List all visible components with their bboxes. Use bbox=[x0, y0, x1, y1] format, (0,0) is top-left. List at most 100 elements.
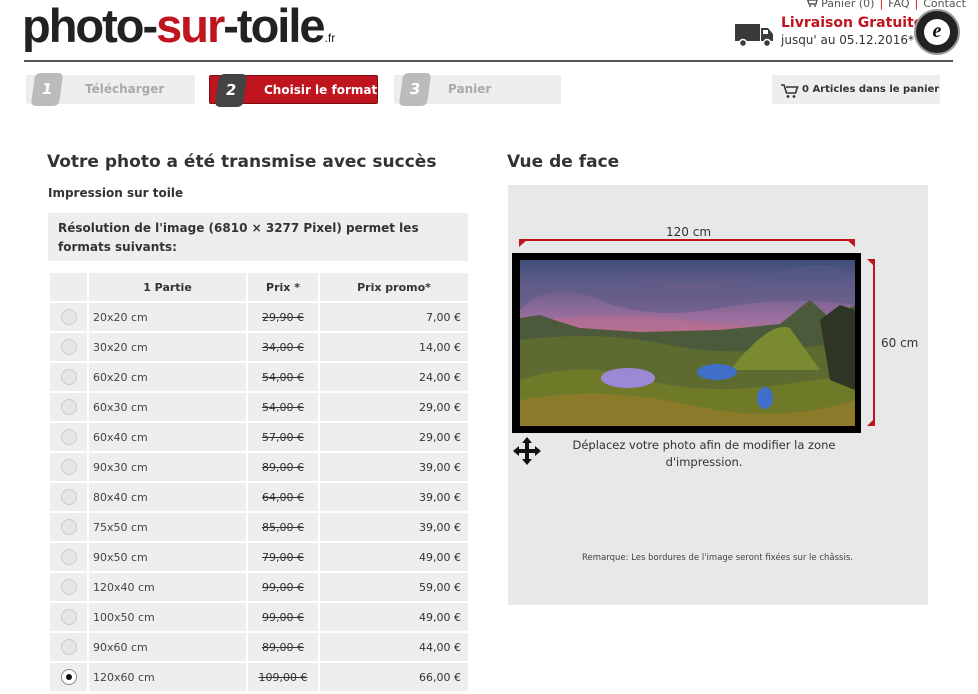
format-row[interactable]: 60x40 cm 57,00 €29,00 € bbox=[48, 421, 470, 453]
format-size: 90x30 cm bbox=[87, 451, 248, 483]
format-select-cell[interactable] bbox=[48, 481, 89, 513]
seal-letter: e bbox=[924, 19, 950, 45]
step-label: Choisir le format bbox=[264, 83, 378, 97]
format-radio[interactable] bbox=[60, 519, 77, 535]
logo-text-photo: photo- bbox=[22, 0, 158, 52]
format-size: 60x30 cm bbox=[87, 391, 248, 423]
free-shipping-info: Livraison Gratuite jusqu' au 05.12.2016* bbox=[781, 15, 923, 49]
step-label: Télécharger bbox=[85, 82, 165, 96]
format-radio[interactable] bbox=[60, 339, 77, 355]
link-separator: | bbox=[914, 0, 919, 10]
step-cart[interactable]: 3 Panier bbox=[394, 73, 561, 106]
format-select-cell[interactable] bbox=[48, 601, 89, 633]
regular-price: 34,00 € bbox=[246, 331, 320, 363]
format-row[interactable]: 20x20 cm 29,90 €7,00 € bbox=[48, 301, 470, 333]
format-row[interactable]: 30x20 cm 34,00 €14,00 € bbox=[48, 331, 470, 363]
format-radio[interactable] bbox=[60, 489, 77, 505]
format-size: 20x20 cm bbox=[87, 301, 248, 333]
format-row[interactable]: 120x40 cm 99,00 €59,00 € bbox=[48, 571, 470, 603]
format-select-cell[interactable] bbox=[48, 301, 89, 333]
regular-price: 29,90 € bbox=[246, 301, 320, 333]
promo-price: 39,00 € bbox=[318, 511, 470, 543]
format-row[interactable]: 90x50 cm 79,00 €49,00 € bbox=[48, 541, 470, 573]
format-radio[interactable] bbox=[60, 549, 77, 565]
format-radio[interactable] bbox=[60, 309, 77, 325]
height-dimension-label: 60 cm bbox=[881, 336, 919, 350]
promo-price: 39,00 € bbox=[318, 451, 470, 483]
format-row[interactable]: 120x60 cm 109,00 €66,00 € bbox=[48, 661, 470, 693]
format-select-cell[interactable] bbox=[48, 511, 89, 543]
step-number: 1 bbox=[30, 73, 64, 106]
free-shipping-title: Livraison Gratuite bbox=[781, 15, 924, 31]
format-select-cell[interactable] bbox=[48, 571, 89, 603]
faq-link[interactable]: FAQ bbox=[888, 0, 909, 10]
regular-price: 79,00 € bbox=[246, 541, 320, 573]
format-radio[interactable] bbox=[60, 669, 77, 685]
promo-price: 7,00 € bbox=[318, 301, 470, 333]
promo-price: 59,00 € bbox=[318, 571, 470, 603]
format-select-cell[interactable] bbox=[48, 451, 89, 483]
free-shipping-date: jusqu' au 05.12.2016* bbox=[781, 33, 915, 47]
format-radio[interactable] bbox=[60, 579, 77, 595]
format-select-cell[interactable] bbox=[48, 661, 89, 693]
format-select-cell[interactable] bbox=[48, 421, 89, 453]
promo-price: 29,00 € bbox=[318, 421, 470, 453]
regular-price: 109,00 € bbox=[246, 661, 320, 693]
promo-price: 39,00 € bbox=[318, 481, 470, 513]
truck-icon bbox=[735, 22, 775, 52]
cart-summary-button[interactable]: 0 Articles dans le panier bbox=[772, 75, 940, 104]
column-header-price: Prix * bbox=[246, 271, 320, 303]
move-arrows-icon[interactable] bbox=[512, 436, 542, 470]
format-select-cell[interactable] bbox=[48, 391, 89, 423]
regular-price: 99,00 € bbox=[246, 571, 320, 603]
format-row[interactable]: 75x50 cm 85,00 €39,00 € bbox=[48, 511, 470, 543]
format-select-cell[interactable] bbox=[48, 631, 89, 663]
resolution-info: Résolution de l'image (6810 × 3277 Pixel… bbox=[48, 213, 468, 261]
cart-link[interactable]: Panier (0) bbox=[821, 0, 874, 10]
product-type-label: Impression sur toile bbox=[48, 186, 184, 200]
format-radio[interactable] bbox=[60, 429, 77, 445]
format-row[interactable]: 60x20 cm 54,00 €24,00 € bbox=[48, 361, 470, 393]
format-select-cell[interactable] bbox=[48, 361, 89, 393]
header-divider bbox=[24, 60, 953, 62]
promo-price: 29,00 € bbox=[318, 391, 470, 423]
format-size: 60x20 cm bbox=[87, 361, 248, 393]
format-row[interactable]: 100x50 cm 99,00 €49,00 € bbox=[48, 601, 470, 633]
format-size: 120x60 cm bbox=[87, 661, 248, 693]
format-radio[interactable] bbox=[60, 609, 77, 625]
format-radio[interactable] bbox=[60, 639, 77, 655]
step-choose-format[interactable]: 2 Choisir le format bbox=[209, 74, 378, 107]
cart-summary-label: 0 Articles dans le panier bbox=[802, 84, 940, 95]
format-size: 90x60 cm bbox=[87, 631, 248, 663]
contact-link[interactable]: Contact bbox=[923, 0, 966, 10]
step-upload[interactable]: 1 Télécharger bbox=[26, 73, 195, 106]
format-size: 90x50 cm bbox=[87, 541, 248, 573]
format-select-cell[interactable] bbox=[48, 541, 89, 573]
format-size: 100x50 cm bbox=[87, 601, 248, 633]
format-size: 60x40 cm bbox=[87, 421, 248, 453]
promo-price: 49,00 € bbox=[318, 541, 470, 573]
uploaded-photo-preview[interactable] bbox=[520, 260, 855, 426]
format-select-cell[interactable] bbox=[48, 331, 89, 363]
regular-price: 54,00 € bbox=[246, 361, 320, 393]
step-number: 3 bbox=[398, 73, 432, 106]
border-remark: Remarque: Les bordures de l'image seront… bbox=[582, 553, 853, 563]
promo-price: 49,00 € bbox=[318, 601, 470, 633]
front-view-title: Vue de face bbox=[507, 152, 620, 172]
regular-price: 57,00 € bbox=[246, 421, 320, 453]
format-row[interactable]: 90x60 cm 89,00 €44,00 € bbox=[48, 631, 470, 663]
format-row[interactable]: 80x40 cm 64,00 €39,00 € bbox=[48, 481, 470, 513]
format-radio[interactable] bbox=[60, 369, 77, 385]
promo-price: 66,00 € bbox=[318, 661, 470, 693]
upload-success-title: Votre photo a été transmise avec succès bbox=[47, 152, 437, 172]
regular-price: 89,00 € bbox=[246, 631, 320, 663]
format-row[interactable]: 60x30 cm 54,00 €29,00 € bbox=[48, 391, 470, 423]
format-radio[interactable] bbox=[60, 459, 77, 475]
step-number: 2 bbox=[214, 74, 248, 107]
format-radio[interactable] bbox=[60, 399, 77, 415]
trusted-shops-seal[interactable]: e bbox=[914, 9, 960, 55]
move-photo-hint: Déplacez votre photo afin de modifier la… bbox=[572, 438, 836, 469]
site-logo[interactable]: photo-sur-toile.fr bbox=[22, 0, 335, 52]
format-row[interactable]: 90x30 cm 89,00 €39,00 € bbox=[48, 451, 470, 483]
format-size: 120x40 cm bbox=[87, 571, 248, 603]
